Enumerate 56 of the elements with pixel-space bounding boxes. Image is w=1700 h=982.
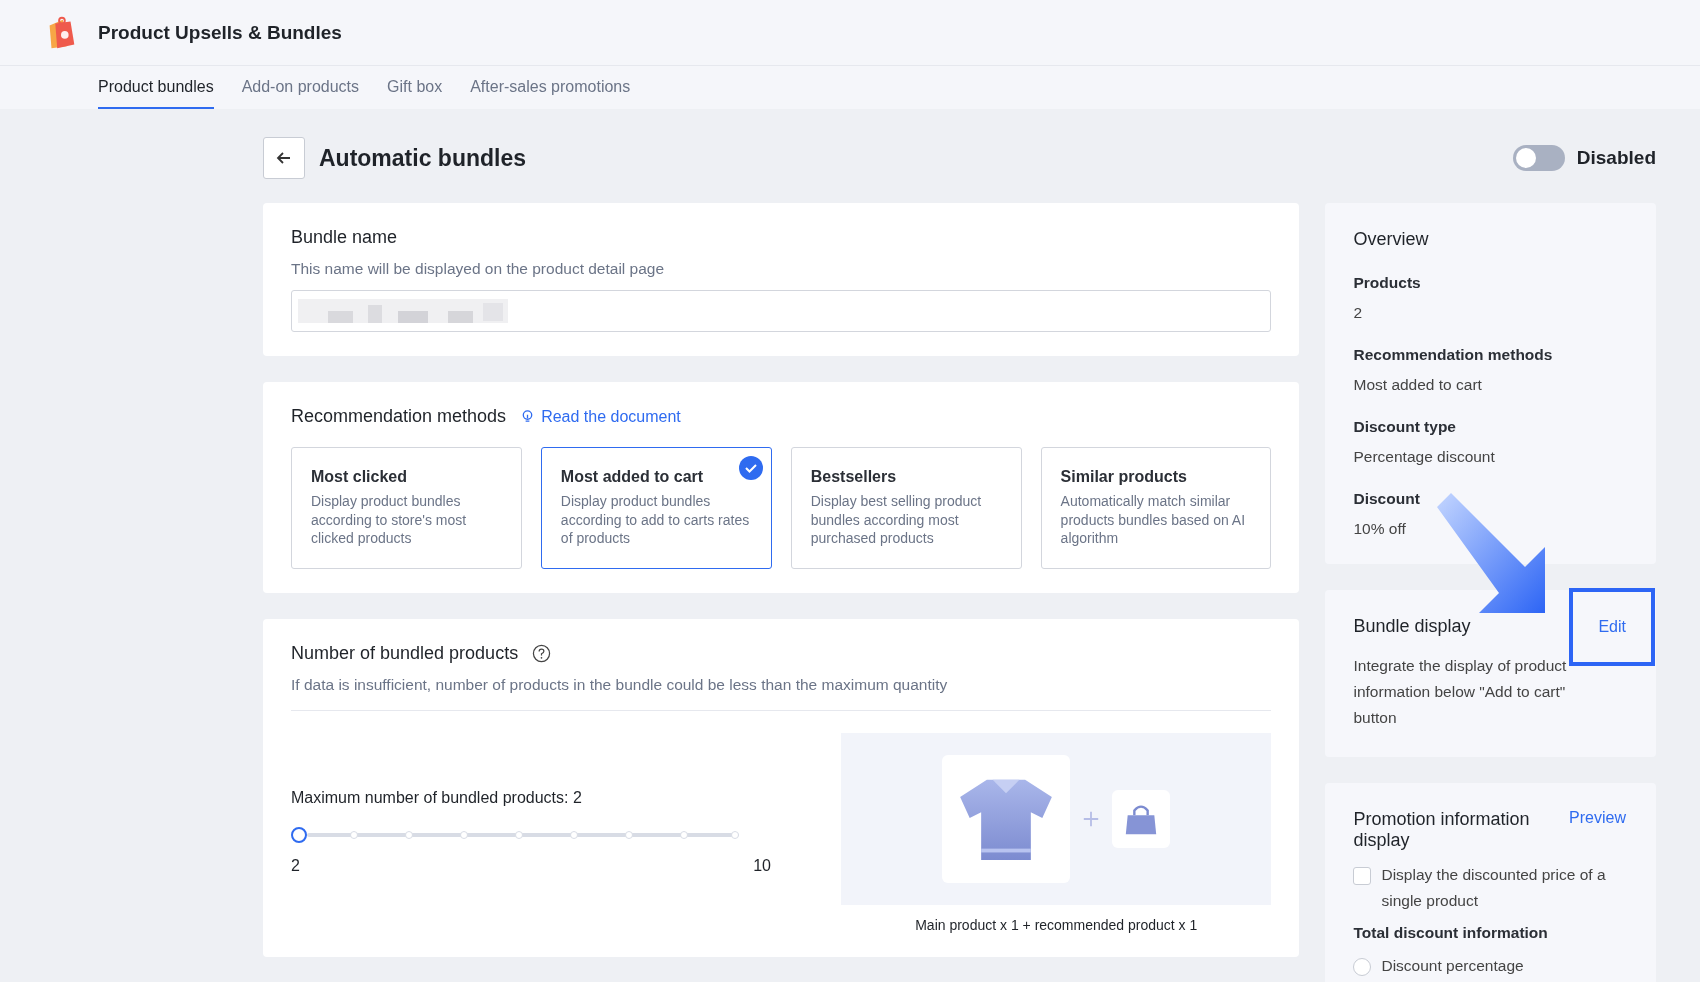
input-field[interactable]	[291, 290, 1272, 332]
check-icon	[738, 456, 763, 480]
overview-value: Percentage discount	[1353, 448, 1496, 466]
card-title: Promotion information display	[1353, 809, 1531, 851]
page-title: Automatic bundles	[319, 144, 526, 172]
preview-link[interactable]: Preview	[1569, 809, 1626, 827]
overview-label: Recommendation methods	[1353, 346, 1554, 364]
checkbox-label: Display the discounted price of a single product	[1381, 865, 1607, 911]
card-title: Number of bundled products	[291, 643, 519, 664]
tab[interactable]: Add-on products	[241, 66, 360, 109]
tab[interactable]: Product bundles	[98, 66, 214, 109]
method-option[interactable]: Similar products Automatically match similar products bundles based on AI algorithm	[1040, 447, 1272, 569]
overview-value: 2	[1353, 304, 1364, 322]
section-subtitle: Total discount information	[1353, 924, 1549, 942]
overview-label: Discount	[1353, 490, 1421, 508]
method-option[interactable]: Most added to cart Display product bundles according to add to carts rates of products	[540, 447, 772, 569]
slider-min-label: 2	[291, 857, 300, 875]
card-title: Overview	[1353, 229, 1430, 250]
edit-link[interactable]: Edit	[1598, 617, 1626, 636]
method-option[interactable]: Bestsellers Display best selling product bundles according most purchased products	[790, 447, 1022, 569]
slider-thumb[interactable]	[291, 827, 307, 843]
radio-button[interactable]	[1353, 958, 1372, 976]
method-title: Bestsellers	[810, 468, 898, 486]
plus-icon	[1082, 810, 1101, 828]
slider-track[interactable]	[307, 831, 739, 839]
slider-max-label: 10	[753, 857, 771, 875]
method-description: Automatically match similar products bundles based on AI algorithm	[1060, 492, 1247, 548]
radio-label: Discount percentage	[1381, 956, 1525, 976]
hint-text: If data is insufficient, number of products in the bundle could be less than the maximum quantity	[291, 676, 949, 694]
tab[interactable]: After-sales promotions	[470, 66, 631, 109]
preview-caption: Main product x 1 + recommended product x 1	[914, 917, 1199, 933]
overview-label: Products	[1353, 274, 1422, 292]
method-description: Display best selling product bundles according most purchased products	[810, 492, 983, 548]
method-title: Similar products	[1060, 468, 1188, 486]
method-title: Most clicked	[311, 468, 409, 486]
hint-text: This name will be displayed on the product detail page	[291, 260, 666, 278]
document-link[interactable]: Read the document	[520, 407, 681, 426]
help-icon[interactable]	[532, 644, 552, 663]
card-title: Bundle name	[291, 227, 399, 248]
app-title: Product Upsells & Bundles	[98, 21, 342, 44]
checkbox[interactable]	[1353, 867, 1372, 885]
back-button[interactable]	[263, 137, 305, 179]
method-description: Display product bundles according to store's most clicked products	[311, 492, 468, 548]
card-title: Recommendation methods	[291, 406, 507, 427]
toggle-switch[interactable]	[1512, 145, 1565, 171]
description-text: Integrate the display of product information below "Add to cart" button	[1353, 656, 1568, 728]
overview-label: Discount type	[1353, 418, 1457, 436]
toggle-label: Disabled	[1576, 147, 1656, 169]
slider-label: Maximum number of bundled products: 2	[291, 789, 583, 807]
card-title: Bundle display	[1353, 616, 1471, 637]
overview-value: Most added to cart	[1353, 376, 1483, 394]
overview-value: 10% off	[1353, 520, 1407, 538]
method-option[interactable]: Most clicked Display product bundles according to store's most clicked products	[291, 447, 522, 569]
tab[interactable]: Gift box	[387, 66, 443, 109]
method-description: Display product bundles according to add to carts rates of products	[560, 492, 751, 548]
method-title: Most added to cart	[560, 468, 705, 486]
